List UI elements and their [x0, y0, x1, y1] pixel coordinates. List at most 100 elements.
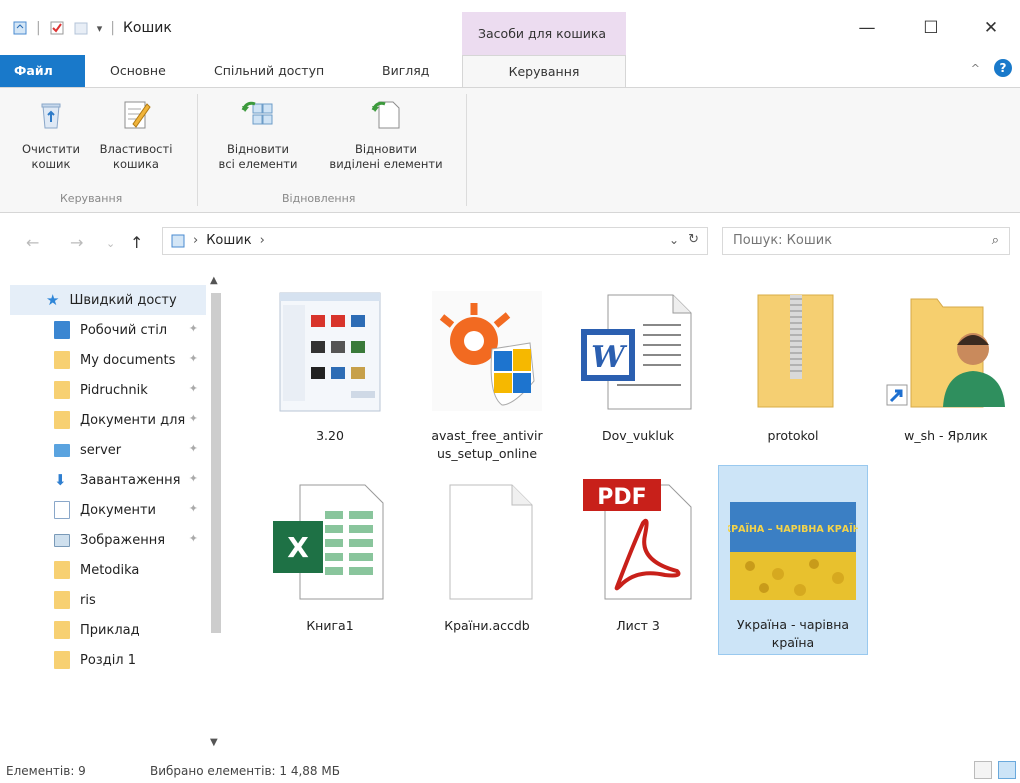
- nav-item-documents[interactable]: Документи ✦: [10, 495, 206, 525]
- nav-item-label: My documents: [80, 352, 176, 368]
- folder-icon: [54, 351, 70, 369]
- forward-arrow-icon[interactable]: →: [70, 233, 83, 252]
- file-item[interactable]: protokol: [718, 277, 868, 467]
- pin-icon: ✦: [188, 502, 198, 515]
- word-document-icon: W: [581, 294, 692, 410]
- help-icon[interactable]: ?: [994, 59, 1012, 77]
- up-arrow-icon[interactable]: ↑: [130, 233, 143, 252]
- search-input[interactable]: [733, 233, 963, 248]
- nav-item-my-documents[interactable]: My documents ✦: [10, 345, 206, 375]
- address-bar[interactable]: › Кошик › ⌄ ↻: [162, 227, 708, 255]
- refresh-icon[interactable]: ↻: [688, 232, 699, 247]
- svg-text:W: W: [591, 340, 628, 375]
- tab-view[interactable]: Вигляд: [382, 55, 429, 87]
- breadcrumb-item[interactable]: Кошик: [206, 233, 251, 248]
- file-name: Dov_vukluk: [601, 428, 675, 443]
- search-icon[interactable]: ⌕: [992, 233, 999, 248]
- nav-item-label: Приклад: [80, 622, 140, 638]
- nav-item-downloads[interactable]: ⬇ Завантаження ✦: [10, 465, 206, 495]
- file-name: Країни.accdb: [444, 618, 530, 633]
- window-title: Кошик: [122, 20, 172, 36]
- pin-icon: ✦: [188, 532, 198, 545]
- folder-icon: [54, 591, 70, 609]
- details-view-icon[interactable]: [974, 761, 992, 779]
- screenshot-thumb: [279, 292, 381, 412]
- nav-scrollbar[interactable]: ▲ ▼: [207, 271, 224, 751]
- breadcrumb: › Кошик ›: [171, 233, 265, 248]
- folder-icon: [54, 561, 70, 579]
- back-arrow-icon[interactable]: ←: [26, 233, 39, 252]
- file-name: Книга1: [306, 618, 354, 633]
- minimize-button[interactable]: —: [852, 18, 882, 38]
- tab-home[interactable]: Основне: [110, 55, 166, 87]
- nav-item-quick-access[interactable]: ★ Швидкий доступ: [10, 285, 206, 315]
- scroll-down-arrow[interactable]: ▼: [210, 737, 218, 748]
- pin-icon: ✦: [188, 352, 198, 365]
- file-item[interactable]: 3.20: [255, 277, 405, 467]
- group-label-restore: Відновлення: [282, 192, 356, 205]
- file-item[interactable]: w_sh - Ярлик: [871, 277, 1020, 467]
- new-folder-small-icon[interactable]: [73, 20, 89, 36]
- empty-bin-button[interactable]: Очистити кошик: [16, 98, 86, 172]
- view-toggle: [974, 761, 1016, 779]
- nav-item-documents-for[interactable]: Документи для ✦: [10, 405, 206, 435]
- file-name: avast_free_antivir us_setup_online: [431, 428, 543, 461]
- nav-item-section-1[interactable]: Розділ 1: [10, 645, 206, 675]
- nav-item-label: Зображення: [80, 532, 166, 548]
- download-icon: ⬇: [54, 471, 67, 489]
- thumb-title: УКРАЇНА – ЧАРІВНА КРАЇНА: [728, 524, 858, 535]
- search-box[interactable]: ⌕: [722, 227, 1010, 255]
- recycle-bin-small-icon[interactable]: [12, 20, 28, 36]
- collapse-ribbon-icon[interactable]: ^: [971, 62, 980, 75]
- large-icons-view-icon[interactable]: [998, 761, 1016, 779]
- bin-properties-button[interactable]: Властивості кошика: [96, 98, 176, 172]
- close-button[interactable]: ✕: [976, 18, 1006, 38]
- svg-text:PDF: PDF: [597, 485, 646, 510]
- nav-item-label: Робочий стіл: [80, 322, 168, 338]
- svg-text:X: X: [287, 531, 309, 564]
- properties-icon: [124, 101, 151, 129]
- nav-item-server[interactable]: server ✦: [10, 435, 206, 465]
- file-item-selected[interactable]: УКРАЇНА – ЧАРІВНА КРАЇНА Україна - чарів…: [716, 465, 869, 655]
- ribbon-help-area: ^ ?: [971, 59, 1012, 77]
- nav-item-example[interactable]: Приклад: [10, 615, 206, 645]
- file-name: w_sh - Ярлик: [904, 428, 988, 443]
- scroll-up-arrow[interactable]: ▲: [210, 275, 218, 286]
- restore-all-button[interactable]: Відновити всі елементи: [208, 98, 308, 172]
- file-item[interactable]: Країни.accdb: [412, 467, 562, 657]
- breadcrumb-separator[interactable]: ›: [260, 233, 265, 248]
- file-item[interactable]: avast_free_antivir us_setup_online: [412, 277, 562, 467]
- image-thumb: УКРАЇНА – ЧАРІВНА КРАЇНА: [716, 502, 869, 600]
- folder-icon: [54, 411, 70, 429]
- tab-manage[interactable]: Керування: [462, 55, 626, 87]
- pin-icon: ✦: [188, 412, 198, 425]
- properties-small-icon[interactable]: [49, 20, 65, 36]
- file-item[interactable]: PDF Лист 3: [563, 467, 713, 657]
- folder-icon: [54, 621, 70, 639]
- restore-selected-label-1: Відновити: [354, 142, 417, 156]
- nav-item-pictures[interactable]: Зображення ✦: [10, 525, 206, 555]
- recent-locations-icon[interactable]: ⌄: [106, 237, 115, 250]
- zip-folder-icon: [757, 294, 834, 408]
- nav-item-desktop[interactable]: Робочий стіл ✦: [10, 315, 206, 345]
- scrollbar-thumb[interactable]: [211, 293, 221, 633]
- group-label-manage: Керування: [60, 192, 123, 205]
- breadcrumb-separator[interactable]: ›: [193, 233, 198, 248]
- context-tab-group: Засоби для кошика: [462, 12, 626, 55]
- tab-file[interactable]: Файл: [0, 55, 85, 87]
- file-item[interactable]: X Книга1: [255, 467, 405, 657]
- nav-item-pidruchnik[interactable]: Pidruchnik ✦: [10, 375, 206, 405]
- file-name: Лист 3: [616, 618, 660, 633]
- address-dropdown-icon[interactable]: ⌄: [669, 233, 679, 247]
- file-name: Україна - чарівна країна: [736, 617, 850, 650]
- empty-bin-icon: [41, 103, 61, 129]
- file-item[interactable]: W Dov_vukluk: [563, 277, 713, 467]
- maximize-button[interactable]: ☐: [916, 18, 946, 38]
- restore-selected-button[interactable]: Відновити виділені елементи: [312, 98, 460, 172]
- nav-item-label: Pidruchnik: [80, 382, 148, 398]
- navigation-pane: ★ Швидкий доступ Робочий стіл ✦ My docum…: [0, 271, 226, 751]
- customize-toolbar-arrow[interactable]: ▾: [97, 22, 103, 35]
- nav-item-metodika[interactable]: Metodika: [10, 555, 206, 585]
- nav-item-ris[interactable]: ris: [10, 585, 206, 615]
- tab-share[interactable]: Спільний доступ: [214, 55, 324, 87]
